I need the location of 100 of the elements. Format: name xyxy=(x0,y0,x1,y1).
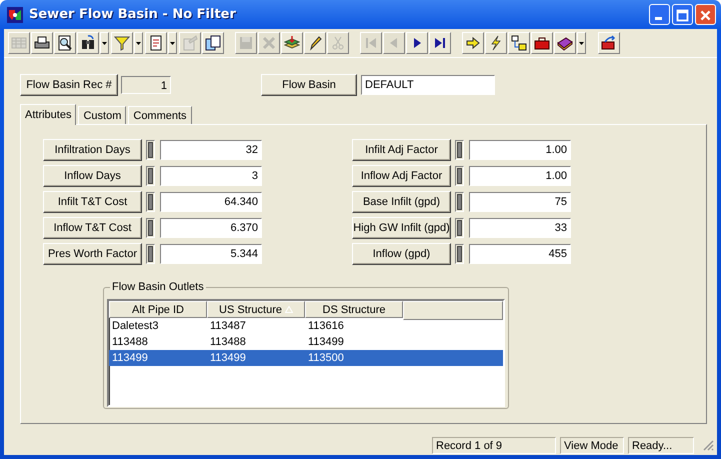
maximize-button[interactable] xyxy=(672,4,693,25)
filter-icon xyxy=(114,35,130,51)
attribute-field[interactable]: 32 xyxy=(160,140,262,160)
toolbar-button[interactable] xyxy=(54,32,76,54)
attribute-button[interactable]: Inflow Adj Factor xyxy=(352,165,451,187)
attribute-field[interactable]: 5.344 xyxy=(160,244,262,264)
list-cell-text: 113499 xyxy=(307,336,345,348)
grip-handle[interactable] xyxy=(146,218,155,238)
group-title: Flow Basin Outlets xyxy=(111,281,205,293)
grip-handle[interactable] xyxy=(455,140,464,160)
delete-icon xyxy=(261,35,277,51)
toolbar-button[interactable] xyxy=(77,32,99,54)
scissors-icon xyxy=(330,35,346,51)
resize-grip-icon[interactable] xyxy=(702,439,714,451)
grip-handle[interactable] xyxy=(455,218,464,238)
column-header[interactable]: Alt Pipe ID xyxy=(109,301,207,318)
dropdown-button[interactable] xyxy=(100,32,109,54)
save-icon xyxy=(238,35,254,51)
dropdown-button[interactable] xyxy=(168,32,177,54)
toolbar-button[interactable] xyxy=(31,32,53,54)
attribute-field[interactable]: 6.370 xyxy=(160,218,262,238)
list-cell-text: 113499 xyxy=(209,352,247,364)
tree-icon xyxy=(511,35,527,51)
tab[interactable]: Comments xyxy=(128,106,192,124)
grip-handle[interactable] xyxy=(455,192,464,212)
flow-basin-button[interactable]: Flow Basin xyxy=(261,74,357,96)
grip-handle[interactable] xyxy=(146,192,155,212)
attribute-field[interactable]: 3 xyxy=(160,166,262,186)
attribute-field[interactable]: 455 xyxy=(469,244,571,264)
toolbar-button[interactable] xyxy=(485,32,507,54)
caret-icon xyxy=(102,42,107,44)
pencil-icon xyxy=(307,35,323,51)
grip-handle[interactable] xyxy=(146,140,155,160)
attribute-field[interactable]: 64.340 xyxy=(160,192,262,212)
attribute-button[interactable]: Pres Worth Factor xyxy=(43,243,142,265)
flow-basin-field[interactable]: DEFAULT xyxy=(361,75,495,95)
toolbar-button[interactable] xyxy=(304,32,326,54)
toolbar-button[interactable] xyxy=(145,32,167,54)
minimize-button[interactable] xyxy=(649,4,670,25)
rec-number-field: 1 xyxy=(121,76,171,94)
export-icon xyxy=(601,35,617,51)
copy-icon xyxy=(205,35,221,51)
grip-handle[interactable] xyxy=(146,244,155,264)
first-icon xyxy=(363,35,379,51)
attribute-button[interactable]: Inflow (gpd) xyxy=(352,243,451,265)
document-icon xyxy=(182,35,198,51)
last-icon xyxy=(432,35,448,51)
toolbox-icon xyxy=(534,35,550,51)
attribute-button[interactable]: High GW Infilt (gpd) xyxy=(352,217,451,239)
attribute-field[interactable]: 1.00 xyxy=(469,140,571,160)
toolbar-button[interactable] xyxy=(406,32,428,54)
dropdown-button[interactable] xyxy=(134,32,143,54)
window-title: Sewer Flow Basin - No Filter xyxy=(29,7,236,22)
attribute-field[interactable]: 1.00 xyxy=(469,166,571,186)
toolbar-button[interactable] xyxy=(111,32,133,54)
list-row[interactable]: 113488 113488 113499 xyxy=(109,334,503,350)
grip-handle[interactable] xyxy=(455,166,464,186)
arrow-icon xyxy=(465,35,481,51)
toolbar-button[interactable] xyxy=(281,32,303,54)
rec-number-button[interactable]: Flow Basin Rec # xyxy=(20,74,118,96)
dropdown-button[interactable] xyxy=(577,32,586,54)
toolbar-button[interactable] xyxy=(462,32,484,54)
column-header[interactable]: DS Structure xyxy=(305,301,403,318)
preview-icon xyxy=(57,35,73,51)
attribute-button[interactable]: Infiltration Days xyxy=(43,139,142,161)
caret-icon xyxy=(170,42,175,44)
attribute-button[interactable]: Base Infilt (gpd) xyxy=(352,191,451,213)
grip-handle[interactable] xyxy=(455,244,464,264)
list-cell-text: 113616 xyxy=(307,320,345,332)
toolbar-button[interactable] xyxy=(508,32,530,54)
attribute-field[interactable]: 75 xyxy=(469,192,571,212)
tab[interactable]: Attributes xyxy=(20,104,76,125)
list-cell-text: 113499 xyxy=(111,352,149,364)
list-row[interactable]: Daletest3 113487 113616 xyxy=(109,318,503,334)
toolbar-button[interactable] xyxy=(531,32,553,54)
stack-icon xyxy=(284,35,300,51)
grip-handle[interactable] xyxy=(146,166,155,186)
tab[interactable]: Custom xyxy=(78,106,126,124)
attribute-button[interactable]: Inflow T&T Cost xyxy=(43,217,142,239)
attribute-button[interactable]: Infilt Adj Factor xyxy=(352,139,451,161)
report-icon xyxy=(148,35,164,51)
attribute-field[interactable]: 33 xyxy=(469,218,571,238)
toolbar-button[interactable] xyxy=(429,32,451,54)
toolbar-button[interactable] xyxy=(202,32,224,54)
caret-icon xyxy=(136,42,141,44)
column-header[interactable]: US Structure xyxy=(207,301,305,318)
list-cell-text: 113488 xyxy=(209,336,247,348)
status-panel: Ready... xyxy=(628,436,694,454)
status-panel: View Mode xyxy=(560,436,624,454)
attribute-button[interactable]: Inflow Days xyxy=(43,165,142,187)
list-row[interactable]: 113499 113499 113500 xyxy=(109,350,503,366)
book-icon xyxy=(557,35,573,51)
attribute-button[interactable]: Infilt T&T Cost xyxy=(43,191,142,213)
list-cell-text: 113500 xyxy=(307,352,345,364)
close-button[interactable] xyxy=(695,4,716,25)
print-icon xyxy=(34,35,50,51)
list-cell-text: 113487 xyxy=(209,320,247,332)
list-cell-text: Daletest3 xyxy=(111,320,160,332)
toolbar-button[interactable] xyxy=(554,32,576,54)
toolbar-button[interactable] xyxy=(598,32,620,54)
